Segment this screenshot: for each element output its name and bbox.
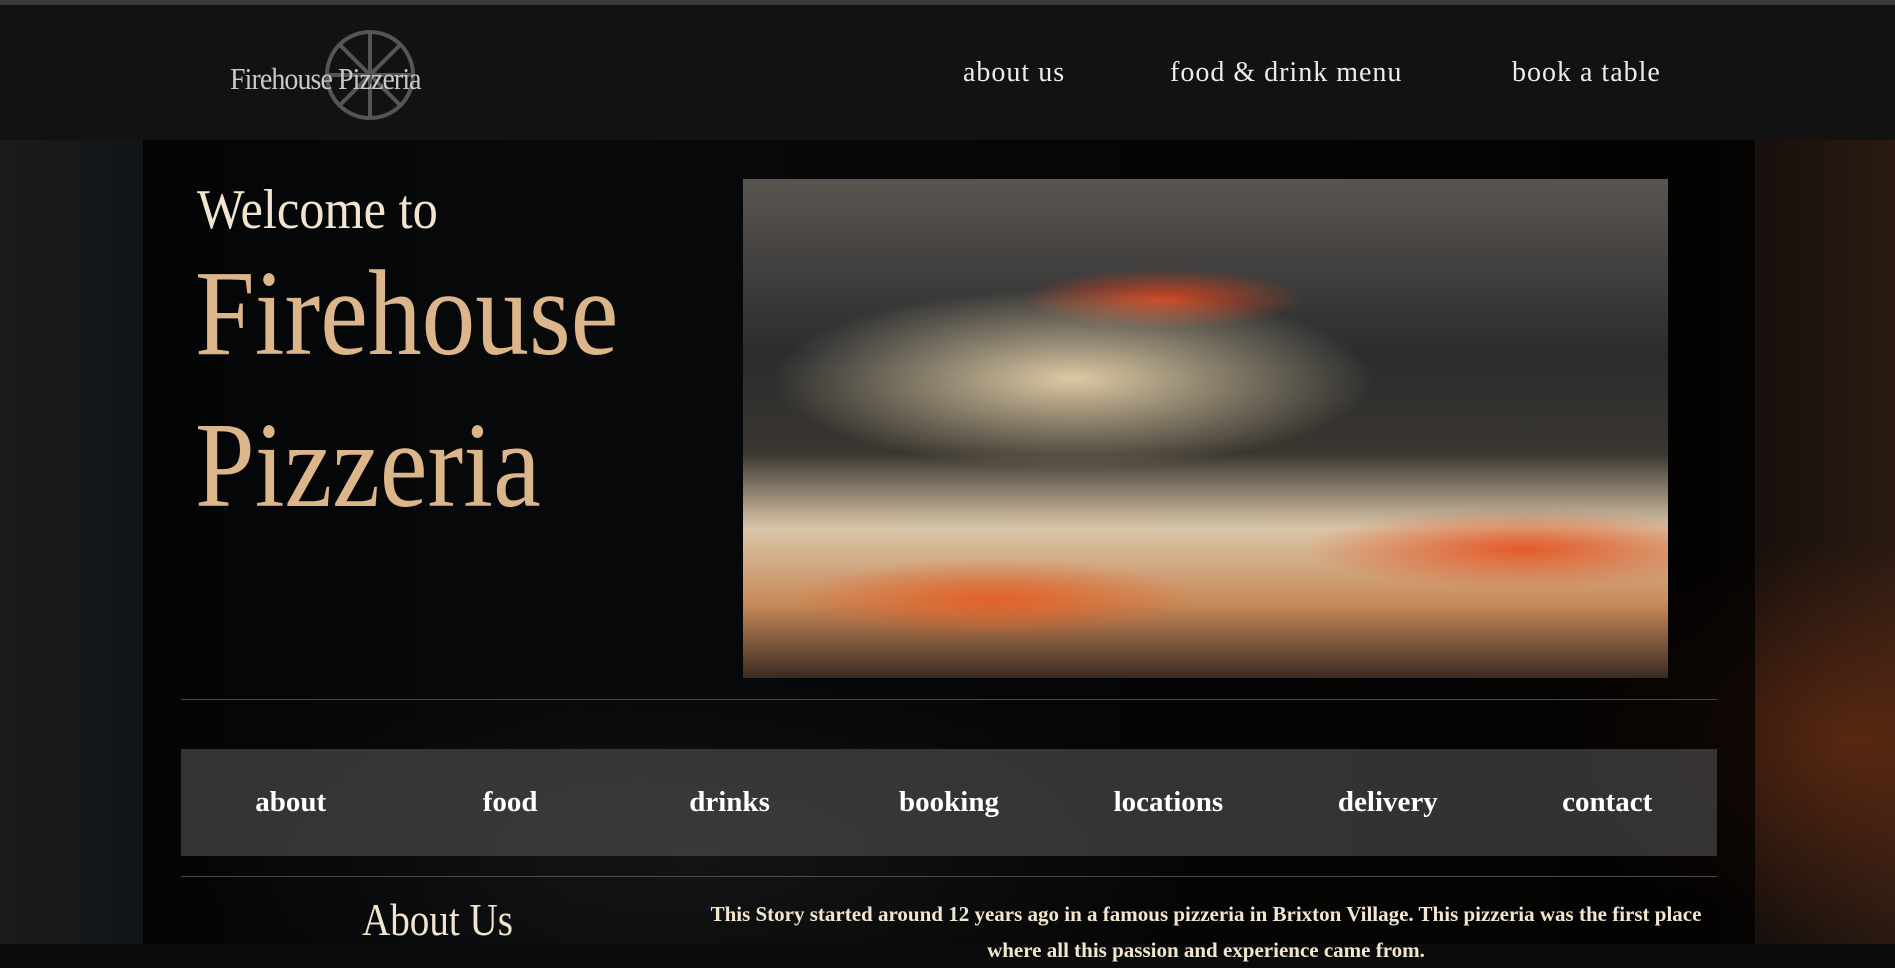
hero-title-line2: Pizzeria — [195, 398, 541, 533]
nav-food-drink-menu[interactable]: food & drink menu — [1170, 57, 1402, 89]
nav-about-us[interactable]: about us — [963, 57, 1065, 89]
pizza-hero-image — [743, 179, 1668, 678]
section-nav-drinks[interactable]: drinks — [620, 749, 839, 856]
about-text: This Story started around 12 years ago i… — [710, 902, 1702, 962]
section-nav-food[interactable]: food — [400, 749, 619, 856]
section-nav-locations[interactable]: locations — [1059, 749, 1278, 856]
section-nav: about food drinks booking locations deli… — [181, 749, 1717, 856]
site-header: Firehouse Pizzeria about us food & drink… — [0, 5, 1895, 140]
section-nav-delivery[interactable]: delivery — [1278, 749, 1497, 856]
about-heading: About Us — [362, 894, 513, 945]
divider — [181, 699, 1717, 700]
section-nav-about[interactable]: about — [181, 749, 400, 856]
hero-title-line1: Firehouse — [195, 246, 619, 381]
section-nav-contact[interactable]: contact — [1498, 749, 1717, 856]
welcome-text: Welcome to — [197, 179, 438, 241]
logo[interactable]: Firehouse Pizzeria — [230, 61, 422, 97]
nav-book-a-table[interactable]: book a table — [1512, 57, 1661, 89]
divider — [181, 876, 1717, 877]
section-nav-booking[interactable]: booking — [839, 749, 1058, 856]
